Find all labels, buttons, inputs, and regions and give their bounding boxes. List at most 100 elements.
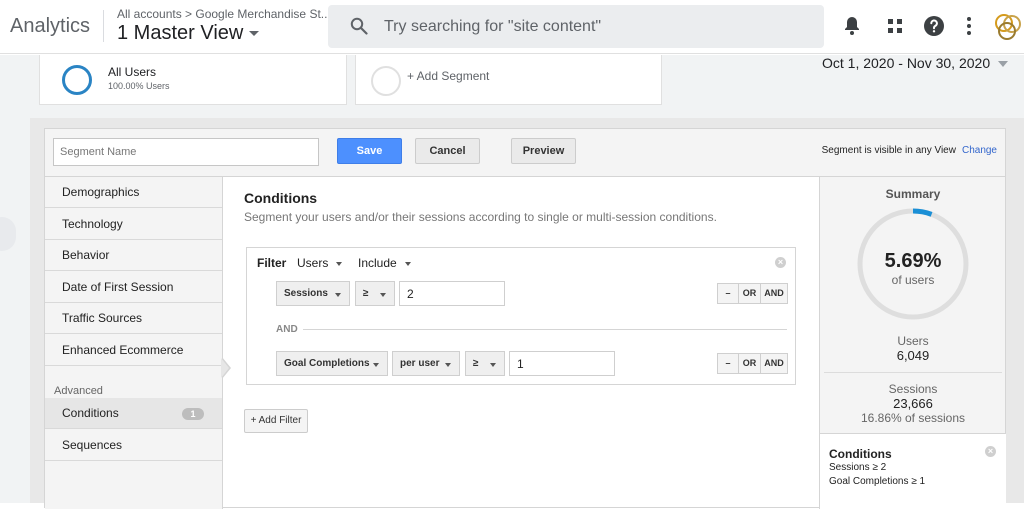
conditions-content: Conditions Segment your users and/or the… bbox=[224, 177, 819, 509]
filter-group: Filter Users Include × Sessions ≥ – OR A… bbox=[246, 247, 796, 385]
or-condition-button[interactable]: OR bbox=[738, 283, 761, 304]
nav-item-demographics[interactable]: Demographics bbox=[45, 177, 222, 208]
visibility-text: Segment is visible in any View bbox=[821, 145, 956, 156]
condition-operator-value: ≥ bbox=[363, 288, 369, 299]
conditions-summary-title: Conditions bbox=[829, 447, 892, 461]
condition-value-input[interactable] bbox=[509, 351, 615, 376]
condition-value-input[interactable] bbox=[399, 281, 505, 306]
segment-editor: Save Cancel Preview Segment is visible i… bbox=[30, 118, 1024, 509]
segment-all-users[interactable]: All Users 100.00% Users bbox=[39, 55, 347, 105]
caret-down-icon bbox=[998, 61, 1009, 68]
app-brand[interactable]: Analytics bbox=[10, 15, 90, 38]
condition-metric-value: Sessions bbox=[284, 288, 328, 299]
condition-per-select[interactable]: per user bbox=[392, 351, 460, 376]
and-condition-button[interactable]: AND bbox=[760, 353, 788, 374]
drawer-toggle[interactable] bbox=[0, 217, 16, 251]
sessions-percent: 16.86% of sessions bbox=[860, 411, 966, 425]
segment-ring-icon bbox=[62, 65, 92, 95]
conditions-summary-card: Conditions × Sessions ≥ 2 Goal Completio… bbox=[820, 433, 1006, 509]
condition-operator-select[interactable]: ≥ bbox=[355, 281, 395, 306]
condition-operator-value: ≥ bbox=[473, 358, 479, 369]
and-condition-button[interactable]: AND bbox=[760, 283, 788, 304]
remove-filter-icon[interactable]: × bbox=[775, 257, 786, 268]
remove-condition-button[interactable]: – bbox=[717, 353, 739, 374]
filter-label: Filter bbox=[257, 256, 287, 270]
conditions-title: Conditions bbox=[244, 190, 318, 206]
nav-item-traffic-sources[interactable]: Traffic Sources bbox=[45, 303, 222, 334]
visibility-note: Segment is visible in any View Change bbox=[822, 145, 997, 156]
account-avatar-icon[interactable] bbox=[993, 12, 1023, 42]
caret-down-icon bbox=[380, 293, 386, 297]
sessions-value: 23,666 bbox=[893, 396, 933, 411]
add-segment-label: + Add Segment bbox=[407, 69, 490, 83]
or-condition-button[interactable]: OR bbox=[738, 353, 761, 374]
search-icon bbox=[350, 17, 368, 35]
nav-item-technology[interactable]: Technology bbox=[45, 209, 222, 240]
nav-item-enhanced-ecommerce[interactable]: Enhanced Ecommerce bbox=[45, 335, 222, 366]
summary-title: Summary bbox=[885, 187, 941, 201]
segment-name-input[interactable] bbox=[53, 138, 319, 166]
apps-grid-icon[interactable] bbox=[883, 14, 907, 38]
filter-mode-dropdown[interactable]: Include bbox=[358, 256, 411, 270]
filter-mode-value: Include bbox=[358, 256, 397, 270]
date-range-label: Oct 1, 2020 - Nov 30, 2020 bbox=[822, 55, 991, 71]
nav-item-conditions[interactable]: Conditions 1 bbox=[45, 398, 222, 429]
conditions-summary-line: Sessions ≥ 2 bbox=[829, 462, 887, 473]
users-value: 6,049 bbox=[896, 348, 930, 363]
add-segment-card[interactable]: + Add Segment bbox=[355, 55, 662, 105]
nav-item-sequences[interactable]: Sequences bbox=[45, 430, 222, 461]
conditions-summary-line: Goal Completions ≥ 1 bbox=[829, 476, 926, 487]
change-visibility-link[interactable]: Change bbox=[962, 145, 997, 156]
summary-percent-label: of users bbox=[891, 273, 935, 287]
nav-item-behavior[interactable]: Behavior bbox=[45, 240, 222, 271]
segment-editor-panel: Save Cancel Preview Segment is visible i… bbox=[44, 128, 1006, 509]
more-vert-icon[interactable] bbox=[957, 14, 981, 38]
segment-category-nav: Demographics Technology Behavior Date of… bbox=[45, 177, 223, 509]
search-input[interactable] bbox=[384, 5, 814, 48]
nav-heading-advanced: Advanced bbox=[54, 385, 103, 397]
caret-down-icon bbox=[490, 363, 496, 367]
conditions-count-badge: 1 bbox=[182, 408, 204, 420]
add-filter-button[interactable]: + Add Filter bbox=[244, 409, 308, 433]
segment-percent: 100.00% Users bbox=[108, 81, 170, 91]
editor-header: Save Cancel Preview Segment is visible i… bbox=[45, 129, 1005, 177]
date-range-selector[interactable]: Oct 1, 2020 - Nov 30, 2020 bbox=[822, 55, 1009, 71]
nav-item-date-of-first-session[interactable]: Date of First Session bbox=[45, 272, 222, 303]
breadcrumb[interactable]: All accounts > Google Merchandise St... bbox=[117, 7, 331, 21]
left-gutter bbox=[0, 55, 30, 503]
remove-conditions-icon[interactable]: × bbox=[985, 446, 996, 457]
cancel-button[interactable]: Cancel bbox=[415, 138, 480, 164]
filter-scope-dropdown[interactable]: Users bbox=[297, 256, 343, 270]
nav-item-label: Conditions bbox=[62, 406, 119, 420]
condition-metric-select[interactable]: Goal Completions bbox=[276, 351, 388, 376]
caret-down-icon bbox=[336, 261, 343, 266]
header-divider bbox=[103, 10, 104, 42]
conditions-subtitle: Segment your users and/or their sessions… bbox=[244, 210, 717, 224]
condition-metric-select[interactable]: Sessions bbox=[276, 281, 350, 306]
view-selector[interactable]: 1 Master View bbox=[117, 22, 260, 45]
top-bar: Analytics All accounts > Google Merchand… bbox=[0, 0, 1024, 54]
caret-down-icon bbox=[445, 363, 451, 367]
caret-down-icon bbox=[335, 293, 341, 297]
filter-scope-value: Users bbox=[297, 256, 329, 270]
remove-condition-button[interactable]: – bbox=[717, 283, 739, 304]
sessions-label: Sessions bbox=[888, 382, 938, 396]
summary-panel: Summary 5.69% of users Users 6,049 Sessi… bbox=[819, 177, 1006, 509]
empty-ring-icon bbox=[371, 66, 401, 96]
help-icon[interactable] bbox=[922, 14, 946, 38]
condition-operator-select[interactable]: ≥ bbox=[465, 351, 505, 376]
search-bar[interactable] bbox=[328, 5, 824, 48]
bell-icon[interactable] bbox=[840, 14, 864, 38]
condition-per-value: per user bbox=[400, 358, 440, 369]
and-separator-line bbox=[303, 329, 787, 330]
caret-down-icon bbox=[249, 31, 260, 37]
preview-button[interactable]: Preview bbox=[511, 138, 576, 164]
view-name: 1 Master View bbox=[117, 22, 244, 44]
users-label: Users bbox=[897, 334, 929, 348]
save-button[interactable]: Save bbox=[337, 138, 402, 164]
summary-percent: 5.69% bbox=[884, 250, 942, 272]
segment-bar: All Users 100.00% Users + Add Segment Oc… bbox=[30, 55, 1024, 118]
caret-down-icon bbox=[373, 363, 379, 367]
condition-metric-value: Goal Completions bbox=[284, 358, 370, 369]
summary-divider bbox=[824, 372, 1002, 373]
